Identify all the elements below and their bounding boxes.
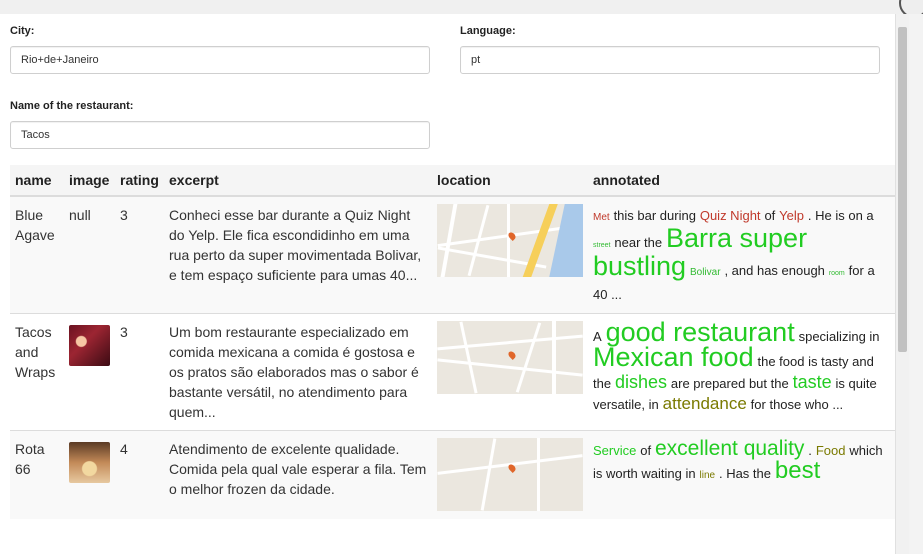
cell-image: null	[64, 195, 115, 314]
column-header-rating[interactable]: rating	[115, 165, 164, 197]
annotated-word: best	[774, 457, 821, 484]
cell-name: Tacos and Wraps	[10, 313, 64, 431]
column-header-image[interactable]: image	[64, 165, 115, 197]
column-header-excerpt[interactable]: excerpt	[164, 165, 432, 197]
annotated-word: dishes	[614, 372, 667, 392]
annotated-word: near the	[614, 235, 663, 250]
language-label: Language:	[460, 25, 516, 37]
cell-annotated: Met this bar during Quiz Night of Yelp .…	[588, 195, 895, 314]
table-row: Rota 66 4 Atendimento de excelente quali…	[10, 430, 895, 519]
cell-location	[432, 195, 588, 314]
annotated-word: of	[640, 443, 652, 458]
restaurant-name-label: Name of the restaurant:	[10, 100, 134, 112]
column-header-annotated[interactable]: annotated	[588, 165, 895, 197]
restaurant-thumbnail[interactable]	[69, 325, 110, 366]
annotated-word: Quiz Night	[699, 208, 761, 223]
location-map[interactable]	[437, 204, 583, 277]
annotated-word: Yelp	[779, 208, 804, 223]
annotated-word: Met	[593, 212, 610, 223]
cell-excerpt: Atendimento de excelente qualidade. Comi…	[164, 430, 432, 519]
annotated-word: attendance	[662, 394, 747, 413]
column-header-location[interactable]: location	[432, 165, 588, 197]
annotated-word: Mexican food	[593, 342, 754, 372]
annotated-word: Bolivar	[689, 267, 721, 278]
location-map[interactable]	[437, 321, 583, 394]
cell-image	[64, 313, 115, 431]
annotated-word: taste	[792, 372, 832, 392]
vertical-scrollbar[interactable]	[895, 14, 910, 554]
annotated-word: , and has enough	[724, 263, 825, 278]
cell-rating: 3	[115, 313, 164, 431]
cell-annotated: Service of excellent quality . Food whic…	[588, 430, 895, 519]
annotated-word: line	[699, 470, 716, 481]
cell-excerpt: Um bom restaurante especializado em comi…	[164, 313, 432, 431]
annotated-word: street	[593, 242, 611, 249]
cell-rating: 4	[115, 430, 164, 519]
annotated-word: . He is on a	[807, 208, 874, 223]
city-input[interactable]	[10, 46, 430, 74]
table-row: Tacos and Wraps 3 Um bom restaurante esp…	[10, 313, 895, 431]
restaurant-name-input[interactable]	[10, 121, 430, 149]
annotated-word: room	[828, 270, 845, 277]
cell-location	[432, 430, 588, 519]
cell-location	[432, 313, 588, 431]
annotated-word: this bar during	[613, 208, 696, 223]
table-header-row: name image rating excerpt location annot…	[10, 165, 895, 197]
table-row: Blue Agave null 3 Conheci esse bar duran…	[10, 195, 895, 314]
location-map[interactable]	[437, 438, 583, 511]
restaurant-thumbnail[interactable]	[69, 442, 110, 483]
main-content: City: Language: Name of the restaurant: …	[0, 14, 895, 554]
annotated-word: Service	[593, 443, 637, 458]
annotated-word: Food	[815, 443, 846, 458]
cell-name: Rota 66	[10, 430, 64, 519]
results-table: name image rating excerpt location annot…	[10, 165, 895, 519]
annotated-word: are prepared but the	[670, 376, 789, 391]
top-bar	[0, 0, 923, 14]
city-label: City:	[10, 25, 35, 37]
cell-annotated: A good restaurant specializing in Mexica…	[588, 313, 895, 431]
column-header-name[interactable]: name	[10, 165, 64, 197]
scrollbar-thumb[interactable]	[898, 27, 907, 352]
annotated-word: specializing in	[798, 329, 880, 344]
annotated-word: . Has the	[718, 466, 771, 481]
annotated-word: .	[808, 443, 812, 458]
language-input[interactable]	[460, 46, 880, 74]
cell-rating: 3	[115, 195, 164, 314]
map-pin-icon	[507, 350, 517, 360]
cell-excerpt: Conheci esse bar durante a Quiz Night do…	[164, 195, 432, 314]
annotated-word: of	[764, 208, 776, 223]
cell-name: Blue Agave	[10, 195, 64, 314]
window-edge	[909, 14, 923, 554]
annotated-word: for those who ...	[750, 397, 844, 412]
cell-image	[64, 430, 115, 519]
